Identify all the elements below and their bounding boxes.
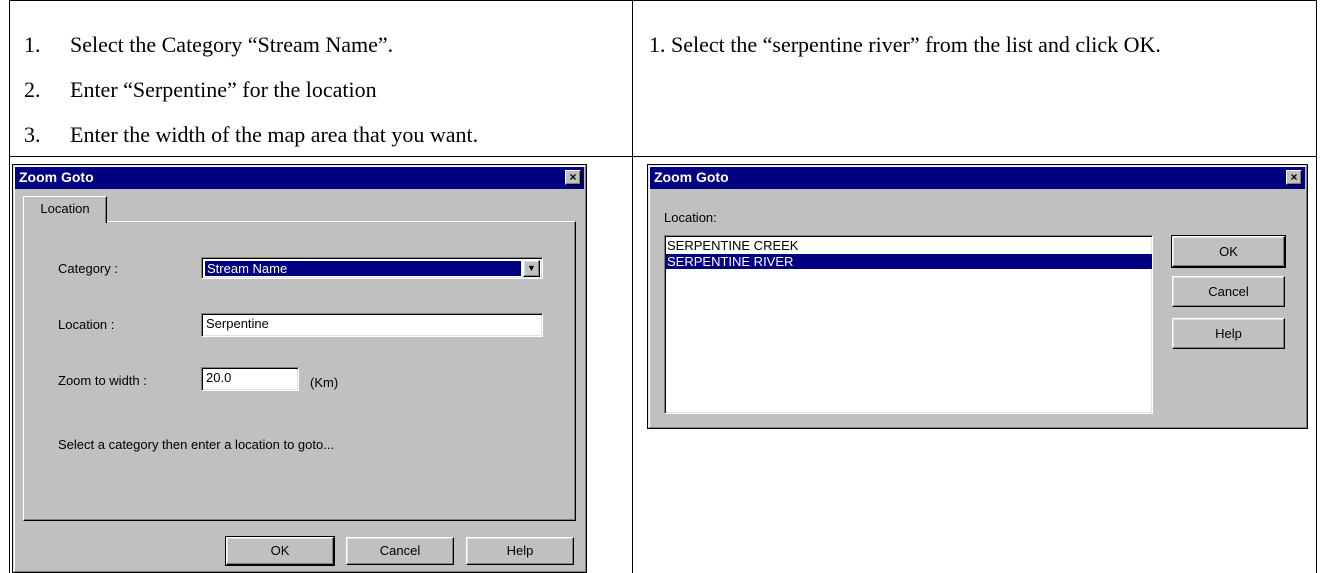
instruction-text: Select the Category “Stream Name”. — [70, 32, 394, 57]
zoom-width-label: Zoom to width : — [58, 373, 147, 388]
help-label: Help — [506, 543, 534, 558]
dialog-title: Zoom Goto — [19, 169, 94, 185]
category-dropdown-button[interactable]: ▼ — [523, 260, 540, 277]
instruction-text: Enter “Serpentine” for the location — [70, 77, 377, 102]
cancel-button[interactable]: Cancel — [1172, 276, 1285, 307]
dialog-title-bar[interactable]: Zoom Goto × — [650, 167, 1305, 189]
ok-label: OK — [1219, 244, 1238, 259]
hint-text: Select a category then enter a location … — [58, 437, 335, 452]
instruction-text: 1. Select the “serpentine river” from th… — [649, 32, 1161, 57]
table-border-left — [9, 0, 10, 573]
instruction-number: 1. — [24, 32, 41, 57]
close-button[interactable]: × — [565, 170, 581, 185]
table-row-divider — [9, 156, 1317, 157]
location-label: Location : — [58, 317, 115, 332]
ok-label: OK — [270, 543, 290, 558]
dialog-title-bar[interactable]: Zoom Goto × — [15, 167, 584, 189]
help-label: Help — [1215, 326, 1242, 341]
zoom-goto-dialog: Zoom Goto × Location Category : Stream N… — [12, 164, 587, 573]
dialog-title: Zoom Goto — [654, 169, 729, 185]
zoom-unit-label: (Km) — [310, 375, 339, 390]
close-icon: × — [569, 170, 577, 184]
cancel-button[interactable]: Cancel — [346, 537, 454, 565]
chevron-down-icon: ▼ — [527, 263, 536, 273]
document-table: 1. Select the Category “Stream Name”. 2.… — [0, 0, 1327, 573]
location-label: Location: — [664, 210, 717, 225]
location-input[interactable]: Serpentine — [201, 313, 543, 337]
zoom-goto-dialog: Zoom Goto × Location: SERPENTINE CREEK S… — [647, 164, 1308, 429]
help-button[interactable]: Help — [1172, 318, 1285, 349]
instruction-text: Enter the width of the map area that you… — [70, 122, 479, 147]
location-listbox[interactable]: SERPENTINE CREEK SERPENTINE RIVER — [664, 235, 1153, 414]
list-item-selected[interactable]: SERPENTINE RIVER — [665, 254, 1152, 269]
ok-button[interactable]: OK — [225, 536, 335, 566]
list-item[interactable]: SERPENTINE CREEK — [665, 238, 1152, 253]
close-button[interactable]: × — [1286, 170, 1302, 185]
tab-label: Location — [40, 201, 90, 216]
table-border-top — [9, 0, 1317, 1]
table-border-middle — [632, 0, 633, 573]
instruction-number: 2. — [24, 77, 41, 102]
category-selected-value: Stream Name — [205, 261, 521, 276]
instruction-number: 3. — [24, 122, 41, 147]
close-icon: × — [1290, 170, 1298, 184]
category-label: Category : — [58, 261, 118, 276]
zoom-width-input[interactable]: 20.0 — [201, 367, 299, 391]
ok-button[interactable]: OK — [1171, 235, 1286, 268]
help-button[interactable]: Help — [466, 537, 574, 565]
cancel-label: Cancel — [1208, 284, 1249, 299]
category-select[interactable]: Stream Name ▼ — [201, 257, 543, 279]
table-border-right — [1316, 0, 1317, 573]
cancel-label: Cancel — [379, 543, 421, 558]
tab-location[interactable]: Location — [23, 196, 107, 223]
